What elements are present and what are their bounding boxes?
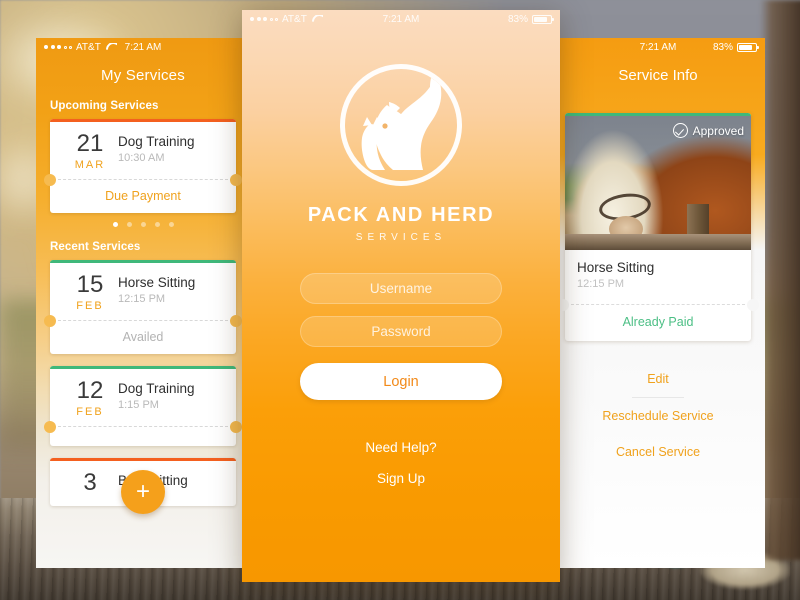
pager-dot[interactable] [126, 222, 132, 227]
card-service-name: Dog Training [118, 381, 195, 396]
service-card-upcoming[interactable]: 21 MAR Dog Training 10:30 AM Due Payment [44, 119, 242, 213]
section-header-recent: Recent Services [50, 241, 141, 253]
check-circle-icon [672, 123, 688, 138]
login-form: Username Password Login [242, 273, 560, 400]
status-badge-approved: Approved [672, 123, 744, 138]
plus-icon: + [135, 478, 150, 505]
pager-dot[interactable] [168, 222, 174, 227]
service-card-recent[interactable]: 15 FEB Horse Sitting 12:15 PM Availed [44, 260, 242, 354]
card-service-time: 10:30 AM [118, 152, 165, 164]
card-notch-left [44, 421, 56, 433]
card-notch-right [230, 421, 242, 433]
battery-icon [737, 42, 759, 52]
login-links: Need Help? Sign Up [242, 432, 560, 494]
card-status-due-payment[interactable]: Due Payment [50, 180, 236, 213]
page-title-my-services: My Services [101, 67, 185, 84]
status-time: 7:21 AM [382, 13, 420, 25]
card-day: 12 [76, 377, 104, 404]
horse-photo: Approved [565, 116, 751, 250]
card-month: MAR [74, 159, 106, 171]
card-divider [44, 421, 242, 433]
card-divider [557, 299, 759, 311]
status-time: 7:21 AM [639, 41, 677, 53]
card-service-name: Dog Training [118, 134, 195, 149]
card-info: Dog Training 10:30 AM [118, 132, 195, 164]
brand-logo [242, 64, 560, 186]
reschedule-service-action[interactable]: Reschedule Service [551, 398, 765, 434]
card-body: 21 MAR Dog Training 10:30 AM [50, 122, 236, 179]
username-input[interactable]: Username [300, 273, 502, 304]
card-notch-left [44, 315, 56, 327]
battery-icon [532, 14, 554, 24]
status-bar-center: AT&T 7:21 AM 83% [242, 10, 560, 28]
status-bar-left: AT&T 7:21 AM [36, 38, 250, 56]
status-time: 7:21 AM [124, 41, 162, 53]
card-date: 12 FEB [62, 377, 118, 419]
card-date: 3 [62, 471, 118, 498]
edit-action[interactable]: Edit [551, 361, 765, 397]
brand-text: PACK AND HERD SERVICES [242, 204, 560, 243]
cancel-service-action[interactable]: Cancel Service [551, 434, 765, 470]
card-month: FEB [76, 406, 104, 418]
add-service-fab[interactable]: + [121, 470, 165, 514]
page-title-service-info: Service Info [618, 67, 698, 84]
card-date: 21 MAR [62, 130, 118, 172]
login-button[interactable]: Login [300, 363, 502, 400]
sign-up-link[interactable]: Sign Up [242, 463, 560, 494]
service-detail-card: Approved Horse Sitting 12:15 PM Already … [557, 113, 759, 341]
card-status [50, 427, 236, 446]
card-body: 12 FEB Dog Training 1:15 PM [50, 369, 236, 426]
phone-service-info: 7:21 AM 83% Service Info Approved Horse … [551, 38, 765, 568]
payment-status-already-paid: Already Paid [622, 315, 694, 329]
pager-dot[interactable] [140, 222, 146, 227]
need-help-link[interactable]: Need Help? [242, 432, 560, 463]
card-service-name: Horse Sitting [118, 275, 196, 290]
phone-my-services: AT&T 7:21 AM My Services Upcoming Servic… [36, 38, 250, 568]
carousel-pager[interactable] [36, 213, 250, 229]
pack-and-herd-logo-icon [340, 64, 462, 186]
card-info: Horse Sitting 12:15 PM [118, 273, 195, 305]
card-day: 21 [76, 130, 104, 157]
brand-tagline: SERVICES [355, 232, 447, 243]
card-notch-right [230, 315, 242, 327]
service-detail-body: Horse Sitting 12:15 PM [565, 250, 751, 290]
screenshot-scene: AT&T 7:21 AM My Services Upcoming Servic… [0, 0, 800, 600]
status-badge-label: Approved [692, 123, 744, 138]
phone-login: AT&T 7:21 AM 83% PACK AND HERD SERVICES … [242, 10, 560, 582]
background-fence-post [760, 0, 800, 560]
card-notch-left [44, 174, 56, 186]
card-month: FEB [76, 300, 104, 312]
service-actions: Edit Reschedule Service Cancel Service [551, 361, 765, 470]
card-notch-right [230, 174, 242, 186]
card-service-time: 1:15 PM [118, 399, 159, 411]
card-notch-right [747, 299, 759, 311]
card-divider [44, 174, 242, 186]
card-divider [44, 315, 242, 327]
service-time: 12:15 PM [577, 278, 625, 290]
card-service-time: 12:15 PM [118, 293, 166, 305]
pager-dot[interactable] [112, 222, 118, 227]
pager-dot[interactable] [154, 222, 160, 227]
service-card-recent[interactable]: 12 FEB Dog Training 1:15 PM [44, 366, 242, 446]
card-date: 15 FEB [62, 271, 118, 313]
card-day: 3 [83, 469, 97, 496]
card-status-availed: Availed [122, 330, 164, 344]
password-input[interactable]: Password [300, 316, 502, 347]
section-header-upcoming: Upcoming Services [50, 100, 159, 112]
card-day: 15 [76, 271, 104, 298]
service-name: Horse Sitting [577, 260, 655, 275]
card-info: Dog Training 1:15 PM [118, 379, 195, 411]
rail-shape [565, 234, 751, 250]
card-body: 15 FEB Horse Sitting 12:15 PM [50, 263, 236, 320]
brand-name: PACK AND HERD [307, 204, 495, 226]
status-bar-right: 7:21 AM 83% [551, 38, 765, 56]
